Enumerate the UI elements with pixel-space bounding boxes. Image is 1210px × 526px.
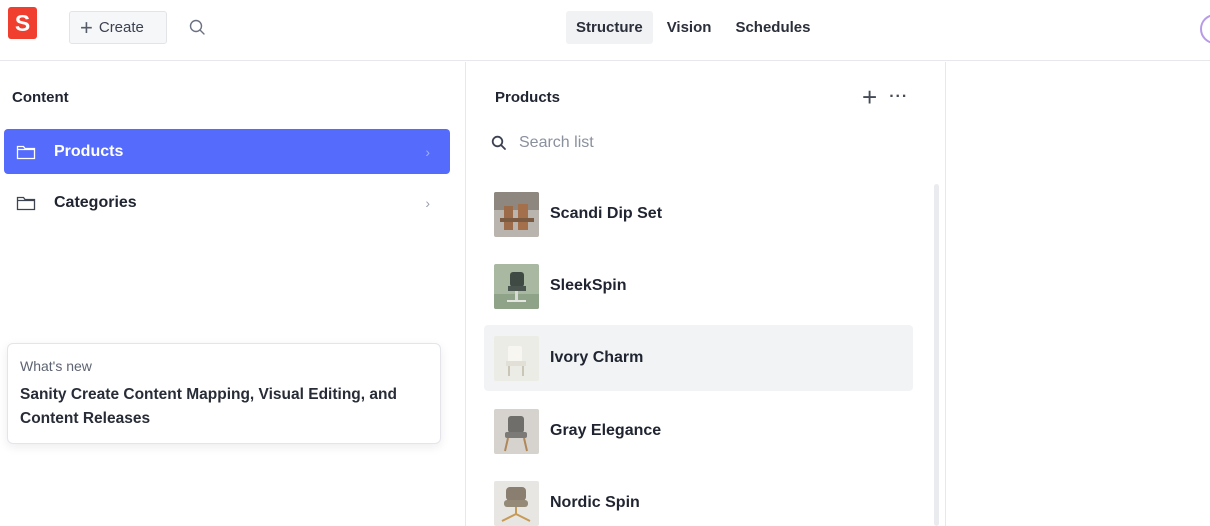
create-button[interactable]: + Create (69, 11, 167, 44)
list-item[interactable]: SleekSpin (484, 253, 913, 319)
products-pane: Products + ··· Search list Scandi Dip Se… (467, 62, 946, 526)
content-pane: Content Products › Categories › What's n… (0, 62, 466, 526)
top-bar: S + Create Structure Vision Schedules (0, 0, 1210, 61)
add-document-icon[interactable]: + (862, 84, 877, 110)
products-actions: + ··· (862, 84, 908, 110)
search-icon (491, 135, 506, 150)
product-thumbnail (494, 191, 539, 237)
folder-icon (16, 145, 36, 159)
tab-structure[interactable]: Structure (566, 11, 653, 44)
create-button-label: Create (98, 19, 144, 36)
plus-icon: + (80, 14, 93, 40)
list-item[interactable]: Ivory Charm (484, 325, 913, 391)
tab-schedules[interactable]: Schedules (725, 11, 820, 44)
sidebar-item-label: Products (54, 142, 124, 160)
sidebar-item-products[interactable]: Products › (4, 129, 450, 174)
search-icon[interactable] (186, 16, 210, 40)
list-item[interactable]: Nordic Spin (484, 470, 913, 526)
whats-new-label: What's new (20, 358, 92, 374)
product-name: Scandi Dip Set (550, 205, 663, 222)
product-thumbnail (494, 263, 539, 309)
workspace-tabs: Structure Vision Schedules (566, 11, 820, 44)
folder-icon (16, 196, 36, 210)
scrollbar[interactable] (934, 184, 939, 526)
list-item[interactable]: Scandi Dip Set (484, 181, 913, 247)
sidebar-item-categories[interactable]: Categories › (4, 180, 450, 225)
product-thumbnail (494, 335, 539, 381)
tab-vision[interactable]: Vision (657, 11, 722, 44)
avatar[interactable] (1200, 14, 1210, 44)
product-name: Nordic Spin (550, 494, 640, 511)
product-thumbnail (494, 480, 539, 526)
chevron-right-icon: › (425, 195, 430, 211)
sidebar-item-label: Categories (54, 193, 137, 211)
list-item[interactable]: Gray Elegance (484, 398, 913, 464)
product-name: Gray Elegance (550, 422, 662, 439)
content-pane-title: Content (12, 89, 69, 106)
chevron-right-icon: › (425, 144, 430, 160)
product-thumbnail (494, 408, 539, 454)
whats-new-title: Sanity Create Content Mapping, Visual Ed… (20, 386, 397, 427)
product-name: SleekSpin (550, 277, 627, 294)
products-pane-title: Products (495, 89, 561, 106)
whats-new-card[interactable]: What's new Sanity Create Content Mapping… (7, 343, 441, 444)
sanity-logo[interactable]: S (8, 7, 37, 39)
product-name: Ivory Charm (550, 349, 644, 366)
search-list-placeholder: Search list (519, 134, 594, 151)
more-options-icon[interactable]: ··· (889, 88, 908, 106)
search-list[interactable]: Search list (491, 134, 594, 152)
